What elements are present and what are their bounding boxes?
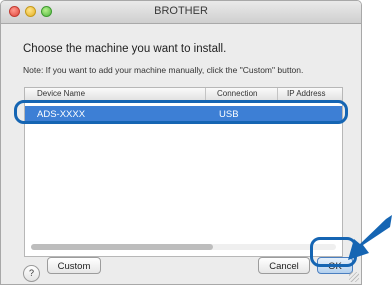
cancel-button[interactable]: Cancel [258, 257, 310, 274]
table-header: Device Name Connection IP Address [25, 88, 342, 101]
table-row[interactable]: ADS-XXXX USB [25, 106, 342, 122]
custom-button[interactable]: Custom [47, 257, 101, 274]
help-button[interactable]: ? [23, 265, 40, 282]
device-name-cell: ADS-XXXX [37, 109, 86, 120]
pointer-arrow-icon [348, 215, 392, 260]
title-bar: BROTHER [1, 1, 361, 24]
dialog-heading: Choose the machine you want to install. [23, 43, 227, 55]
column-header-device[interactable]: Device Name [37, 89, 85, 98]
window-title: BROTHER [154, 5, 208, 17]
horizontal-scrollbar[interactable] [31, 244, 336, 250]
column-divider [205, 88, 206, 100]
dialog-note: Note: If you want to add your machine ma… [23, 65, 304, 75]
dialog-window: BROTHER Choose the machine you want to i… [0, 0, 362, 285]
column-header-ip[interactable]: IP Address [287, 89, 326, 98]
column-divider [277, 88, 278, 100]
scrollbar-thumb[interactable] [31, 244, 213, 250]
resize-grip-icon[interactable] [349, 272, 359, 282]
column-header-connection[interactable]: Connection [217, 89, 257, 98]
device-table[interactable]: Device Name Connection IP Address ADS-XX… [24, 87, 343, 257]
connection-cell: USB [219, 109, 239, 120]
